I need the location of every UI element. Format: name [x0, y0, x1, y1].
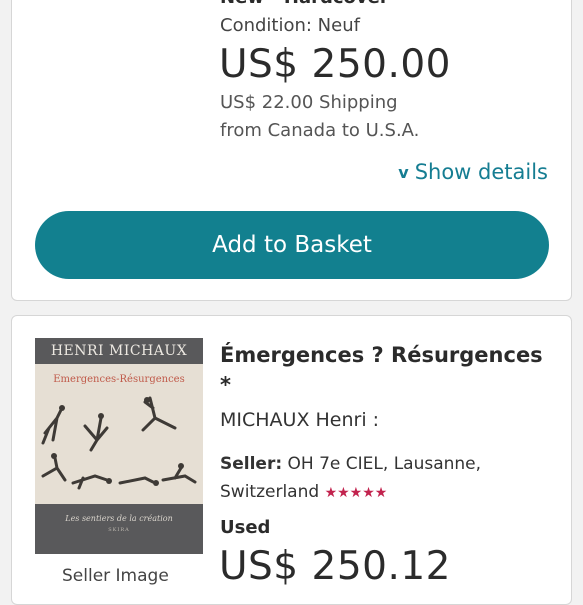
binding-label: New - Hardcover — [220, 0, 389, 8]
seller-image-label: Seller Image — [62, 566, 169, 586]
price: US$ 250.00 — [219, 42, 451, 87]
seller-info: Seller: OH 7e CIEL, Lausanne, Switzerlan… — [220, 450, 540, 507]
star-icon: ★★★★★ — [324, 485, 388, 501]
show-details-label: Show details — [414, 160, 548, 184]
book-title-link[interactable]: Émergences ? Résurgences * — [220, 340, 560, 400]
chevron-down-icon: v — [398, 163, 409, 182]
condition-label: Condition: Neuf — [220, 15, 360, 36]
listing-card-1: New - Hardcover Condition: Neuf US$ 250.… — [11, 0, 572, 301]
cover-footer: Les sentiers de la création SKIRA — [35, 504, 203, 554]
add-to-basket-button[interactable]: Add to Basket — [35, 211, 549, 279]
seller-label: Seller: — [220, 454, 283, 474]
book-cover-image[interactable]: HENRI MICHAUX Emergences-Résurgences Les… — [35, 338, 203, 554]
cover-series: Les sentiers de la création — [65, 514, 173, 523]
listing-card-2: HENRI MICHAUX Emergences-Résurgences Les… — [11, 315, 572, 605]
cover-author: HENRI MICHAUX — [35, 338, 203, 364]
condition-label: Used — [220, 517, 271, 538]
cover-illustration — [41, 396, 197, 490]
shipping-cost: US$ 22.00 Shipping — [220, 92, 398, 113]
shipping-route: from Canada to U.S.A. — [220, 120, 420, 141]
price: US$ 250.12 — [219, 544, 451, 589]
author-name: MICHAUX Henri : — [220, 409, 380, 431]
cover-subtitle: Emergences-Résurgences — [53, 374, 185, 385]
cover-publisher: SKIRA — [108, 527, 130, 533]
show-details-link[interactable]: v Show details — [398, 160, 548, 184]
